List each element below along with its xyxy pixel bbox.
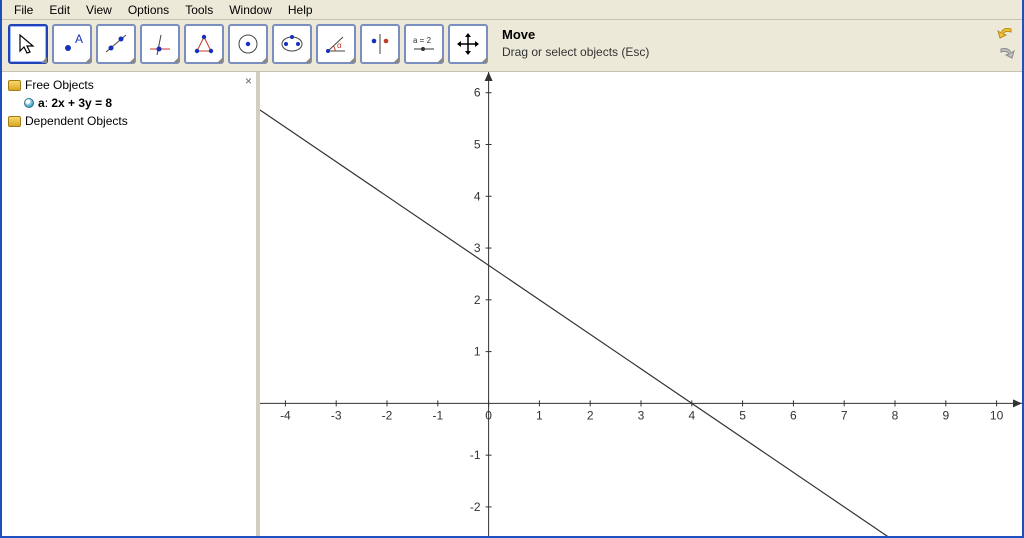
tool-description: Move Drag or select objects (Esc) [502,24,649,61]
menu-bar: File Edit View Options Tools Window Help [2,0,1022,20]
tree-dependent-objects[interactable]: Dependent Objects [8,112,250,130]
folder-icon [8,80,21,91]
svg-text:5: 5 [739,408,746,422]
svg-text:1: 1 [474,345,481,359]
ellipse-icon [279,31,305,57]
menu-window[interactable]: Window [221,1,280,19]
svg-text:-4: -4 [280,408,291,422]
menu-options[interactable]: Options [120,1,177,19]
main-area: × Free Objects a: 2x + 3y = 8 Dependent … [2,72,1022,536]
tool-perpendicular[interactable] [140,24,180,64]
algebra-view[interactable]: × Free Objects a: 2x + 3y = 8 Dependent … [2,72,260,536]
svg-text:3: 3 [474,241,481,255]
plot-canvas[interactable]: -4 -3 -2 -1 0 1 2 3 4 5 6 7 8 9 10 -2 -1 1 2 3 4 5 6 [260,72,1022,536]
tool-point[interactable]: A [52,24,92,64]
tool-conic[interactable] [272,24,312,64]
reflect-icon [367,31,393,57]
tool-line-two-points[interactable] [96,24,136,64]
redo-icon [997,45,1015,61]
toolbar: A [2,20,1022,72]
free-objects-label: Free Objects [25,78,94,92]
undo-icon [997,25,1015,41]
svg-text:6: 6 [474,86,481,100]
close-icon[interactable]: × [245,74,252,88]
polygon-icon [191,31,217,57]
tool-title: Move [502,26,649,44]
tool-angle[interactable]: α [316,24,356,64]
svg-text:4: 4 [474,189,481,203]
line-points-icon [103,31,129,57]
angle-icon: α [323,31,349,57]
move-view-icon [456,32,480,56]
svg-text:-2: -2 [382,408,393,422]
menu-file[interactable]: File [6,1,41,19]
folder-icon [8,116,21,127]
tool-move[interactable] [8,24,48,64]
svg-text:0: 0 [485,408,492,422]
dependent-objects-label: Dependent Objects [25,114,128,128]
menu-tools[interactable]: Tools [177,1,221,19]
redo-button[interactable] [996,44,1016,62]
point-icon: A [59,31,85,57]
svg-text:2: 2 [474,293,481,307]
svg-text:2: 2 [587,408,594,422]
perpendicular-icon [147,31,173,57]
tool-polygon[interactable] [184,24,224,64]
tree-free-objects[interactable]: Free Objects [8,76,250,94]
svg-text:6: 6 [790,408,797,422]
graphics-view[interactable]: -4 -3 -2 -1 0 1 2 3 4 5 6 7 8 9 10 -2 -1 1 2 3 4 5 6 [260,72,1022,536]
tool-circle-center[interactable] [228,24,268,64]
history-buttons [996,24,1016,62]
tool-subtitle: Drag or select objects (Esc) [502,44,649,61]
menu-edit[interactable]: Edit [41,1,78,19]
tool-reflect[interactable] [360,24,400,64]
svg-text:-2: -2 [470,500,481,514]
undo-button[interactable] [996,24,1016,42]
circle-center-icon [235,31,261,57]
slider-icon: a = 2 [409,33,439,55]
tool-slider[interactable]: a = 2 [404,24,444,64]
svg-text:A: A [75,32,83,46]
svg-text:4: 4 [688,408,695,422]
svg-text:-1: -1 [470,448,481,462]
object-expression: a: 2x + 3y = 8 [38,96,112,110]
svg-text:5: 5 [474,137,481,151]
svg-text:α: α [337,41,342,50]
svg-text:1: 1 [536,408,543,422]
svg-text:-1: -1 [432,408,443,422]
svg-text:9: 9 [942,408,949,422]
svg-text:8: 8 [892,408,899,422]
svg-text:a = 2: a = 2 [413,36,432,45]
tool-move-view[interactable] [448,24,488,64]
object-visibility-icon[interactable] [24,98,34,108]
cursor-icon [16,32,40,56]
menu-help[interactable]: Help [280,1,321,19]
svg-text:10: 10 [990,408,1004,422]
svg-text:7: 7 [841,408,848,422]
svg-text:3: 3 [638,408,645,422]
menu-view[interactable]: View [78,1,120,19]
tree-object-a[interactable]: a: 2x + 3y = 8 [24,94,250,112]
svg-text:-3: -3 [331,408,342,422]
